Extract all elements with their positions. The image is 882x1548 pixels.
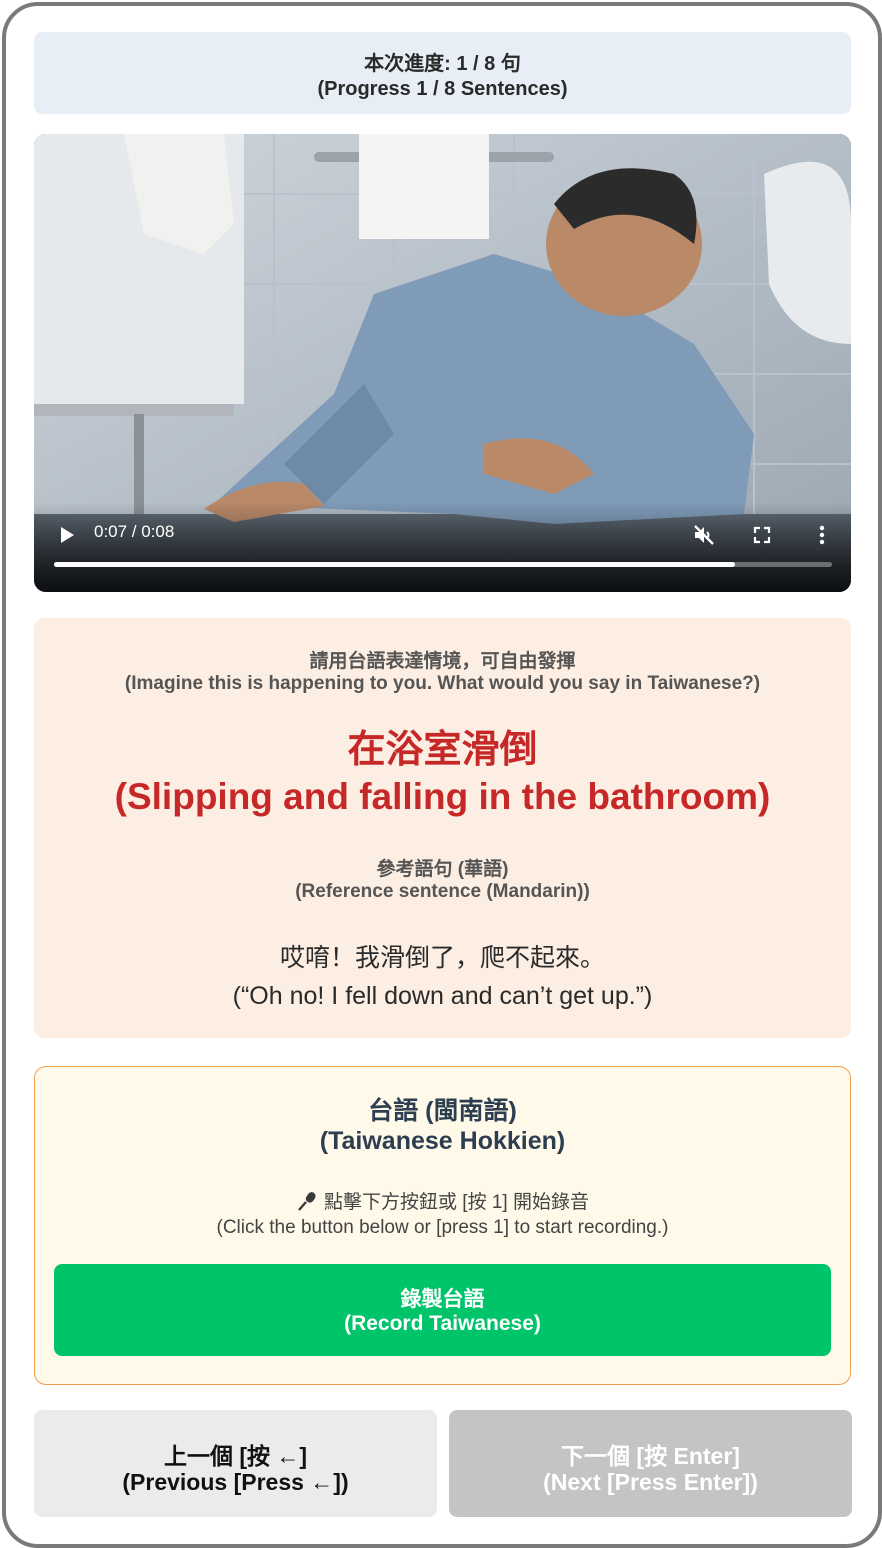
record-button-label-en: (Record Taiwanese) bbox=[344, 1312, 541, 1335]
scenario-title-zh: 在浴室滑倒 bbox=[347, 729, 538, 771]
previous-button[interactable]: 上一個 [按 ←] (Previous [Press ←]) bbox=[34, 1410, 437, 1517]
reference-sentence-zh: 哎唷！我滑倒了，爬不起來。 bbox=[279, 944, 605, 972]
progress-text-zh: 本次進度: 1 / 8 句 bbox=[364, 53, 521, 75]
play-icon[interactable] bbox=[59, 526, 75, 544]
scenario-card: 請用台語表達情境，可自由發揮 (Imagine this is happenin… bbox=[34, 618, 851, 1038]
more-vertical-icon[interactable] bbox=[812, 524, 832, 546]
language-heading-zh: 台語 (閩南語) bbox=[368, 1097, 517, 1125]
video-seek-bar[interactable] bbox=[54, 562, 832, 567]
previous-label-en: (Previous [Press ←]) bbox=[122, 1469, 349, 1495]
recording-hint-zh-text: 點擊下方按鈕或 [按 1] 開始錄音 bbox=[324, 1192, 589, 1213]
video-controls bbox=[34, 502, 851, 592]
next-button[interactable]: 下一個 [按 Enter] (Next [Press Enter]) bbox=[449, 1410, 852, 1517]
video-seek-progress bbox=[54, 562, 735, 567]
video-player[interactable]: 0:07 / 0:08 bbox=[34, 134, 851, 592]
video-time: 0:07 / 0:08 bbox=[94, 522, 175, 541]
previous-label-zh: 上一個 [按 ←] bbox=[163, 1443, 308, 1469]
progress-text-en: (Progress 1 / 8 Sentences) bbox=[317, 78, 568, 100]
fullscreen-icon[interactable] bbox=[752, 525, 772, 545]
scenario-title-en: (Slipping and falling in the bathroom) bbox=[114, 776, 771, 817]
recording-panel: 台語 (閩南語) (Taiwanese Hokkien) 點擊下方按鈕或 [按 … bbox=[34, 1066, 851, 1385]
language-heading-en: (Taiwanese Hokkien) bbox=[319, 1127, 566, 1155]
muted-speaker-icon[interactable] bbox=[692, 523, 716, 547]
reference-label-zh: 參考語句 (華語) bbox=[376, 859, 509, 880]
recording-hint-zh: 點擊下方按鈕或 [按 1] 開始錄音 bbox=[35, 1187, 850, 1214]
instruction-zh: 請用台語表達情境，可自由發揮 bbox=[309, 651, 576, 672]
next-label-en: (Next [Press Enter]) bbox=[543, 1469, 758, 1495]
reference-sentence-en: (“Oh no! I fell down and can’t get up.”) bbox=[232, 982, 653, 1010]
instruction-en: (Imagine this is happening to you. What … bbox=[124, 673, 761, 694]
record-button[interactable]: 錄製台語 (Record Taiwanese) bbox=[54, 1264, 831, 1356]
record-button-label-zh: 錄製台語 bbox=[400, 1288, 485, 1311]
reference-label-en: (Reference sentence (Mandarin)) bbox=[295, 881, 590, 902]
progress-banner: 本次進度: 1 / 8 句 (Progress 1 / 8 Sentences) bbox=[34, 32, 851, 114]
next-label-zh: 下一個 [按 Enter] bbox=[561, 1443, 740, 1469]
recording-hint-en: (Click the button below or [press 1] to … bbox=[216, 1217, 669, 1238]
microphone-icon bbox=[298, 1192, 316, 1211]
